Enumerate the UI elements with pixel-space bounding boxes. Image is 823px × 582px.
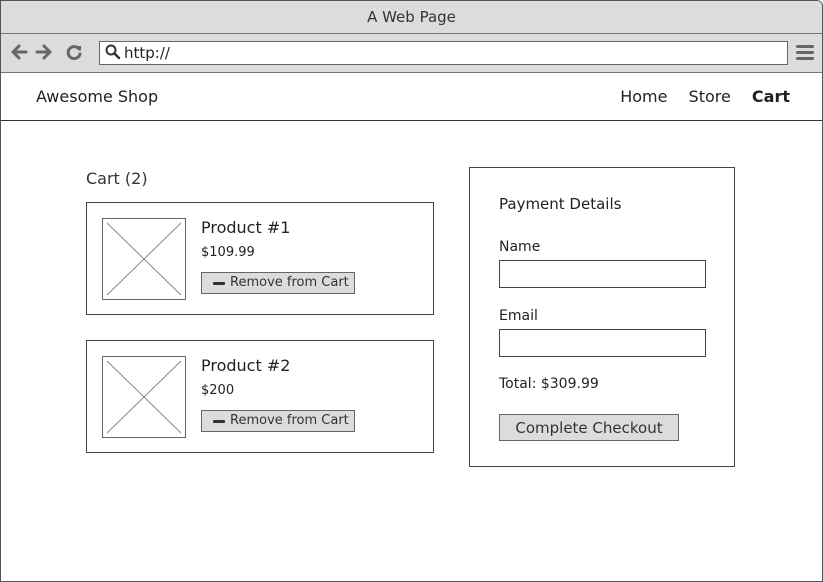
cart-item: Product #1 $109.99 Remove from Cart (86, 202, 434, 315)
cart-item: Product #2 $200 Remove from Cart (86, 340, 434, 453)
image-placeholder-icon (102, 356, 186, 438)
browser-toolbar (1, 34, 822, 73)
site-header: Awesome Shop Home Store Cart (1, 73, 822, 121)
url-input[interactable] (124, 43, 764, 63)
product-name: Product #1 (201, 218, 291, 237)
product-price: $109.99 (201, 245, 255, 260)
nav-link-cart[interactable]: Cart (752, 87, 790, 106)
minus-icon (213, 282, 225, 285)
site-nav: Home Store Cart (604, 87, 790, 106)
nav-link-home[interactable]: Home (620, 87, 667, 106)
minus-icon (213, 420, 225, 423)
hamburger-menu-icon[interactable] (796, 45, 814, 61)
product-price: $200 (201, 383, 235, 398)
address-bar[interactable] (99, 41, 788, 65)
name-label: Name (499, 239, 541, 255)
search-icon (105, 44, 121, 60)
order-total: Total: $309.99 (499, 376, 599, 392)
arrow-right-icon[interactable] (35, 42, 53, 62)
remove-label: Remove from Cart (230, 275, 349, 290)
remove-label: Remove from Cart (230, 413, 349, 428)
remove-from-cart-button[interactable]: Remove from Cart (201, 410, 355, 432)
remove-from-cart-button[interactable]: Remove from Cart (201, 272, 355, 294)
payment-panel: Payment Details Name Email Total: $309.9… (469, 167, 735, 467)
reload-icon[interactable] (65, 42, 83, 62)
payment-title: Payment Details (499, 195, 622, 213)
arrow-left-icon[interactable] (10, 42, 28, 62)
name-field[interactable] (499, 260, 706, 288)
email-label: Email (499, 308, 538, 324)
cart-title: Cart (2) (86, 169, 148, 188)
nav-link-store[interactable]: Store (689, 87, 731, 106)
product-name: Product #2 (201, 356, 291, 375)
complete-checkout-button[interactable]: Complete Checkout (499, 414, 679, 441)
image-placeholder-icon (102, 218, 186, 300)
site-brand: Awesome Shop (36, 87, 159, 106)
email-field[interactable] (499, 329, 706, 357)
browser-window: A Web Page Awesome Shop Home Store Cart … (0, 0, 823, 582)
window-title: A Web Page (1, 1, 822, 34)
